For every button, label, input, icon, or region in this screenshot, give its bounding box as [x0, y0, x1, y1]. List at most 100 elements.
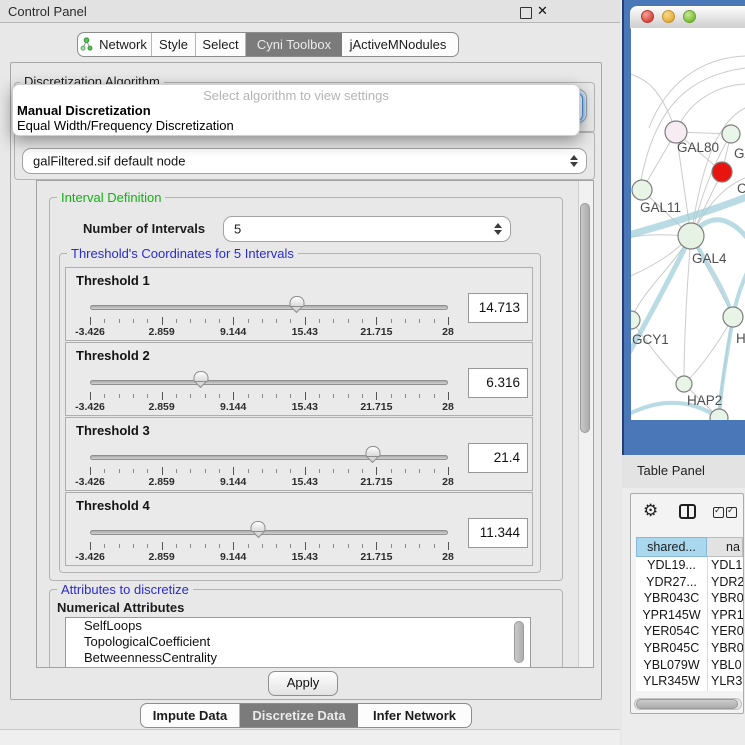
tab-style[interactable]: Style — [152, 33, 196, 56]
attributes-list-scrollbar[interactable] — [514, 621, 524, 663]
table-row[interactable]: YPR145WYPR1 — [636, 607, 743, 624]
float-window-icon[interactable] — [520, 7, 532, 19]
network-window-titlebar[interactable] — [630, 6, 745, 29]
table-cell[interactable]: YBR045C — [636, 640, 707, 657]
table-row[interactable]: YDL19...YDL1 — [636, 557, 743, 574]
threshold-1-value-field[interactable]: 14.713 — [468, 293, 528, 323]
checkbox-icon[interactable] — [726, 507, 737, 518]
split-columns-icon[interactable] — [679, 504, 696, 519]
close-icon[interactable]: ✕ — [537, 3, 548, 19]
threshold-3-slider-thumb[interactable] — [365, 446, 380, 464]
threshold-2-slider-track[interactable] — [90, 380, 448, 385]
table-cell[interactable]: YDR27... — [636, 574, 707, 591]
number-of-intervals-label: Number of Intervals — [83, 221, 205, 236]
threshold-2-value-field[interactable]: 6.316 — [468, 368, 528, 398]
network-node-label: HA — [736, 331, 745, 346]
table-cell[interactable]: YBR0 — [711, 640, 743, 657]
table-cell[interactable]: YPR1 — [711, 607, 743, 624]
table-row[interactable]: YER054CYER0 — [636, 623, 743, 640]
table-row[interactable]: YBL079WYBL0 — [636, 657, 743, 674]
tab-network[interactable]: Network — [78, 33, 152, 56]
table-cell[interactable]: YLR345W — [636, 673, 707, 690]
table-cell[interactable]: YDL19... — [636, 557, 707, 574]
network-node[interactable] — [710, 409, 728, 420]
algorithm-dropdown-popup: Select algorithm to view settings Manual… — [12, 84, 580, 136]
attribute-list-item[interactable]: TopologicalCoefficient — [66, 634, 530, 650]
slider-tick-label: -3.426 — [75, 551, 105, 563]
network-node[interactable] — [676, 376, 692, 392]
table-cell[interactable]: YER054C — [636, 623, 707, 640]
table-row[interactable]: YBR045CYBR0 — [636, 640, 743, 657]
table-column-header-name[interactable]: na — [707, 537, 743, 557]
network-node[interactable] — [631, 311, 640, 329]
table-cell[interactable]: YIL0 — [711, 690, 737, 691]
table-panel-header: Table Panel — [622, 455, 745, 489]
number-of-intervals-spinner[interactable]: 5 — [223, 216, 511, 242]
table-data-combo[interactable]: galFiltered.sif default node — [22, 148, 587, 174]
apply-button[interactable]: Apply — [268, 671, 338, 696]
threshold-1-slider-thumb[interactable] — [289, 296, 304, 314]
network-node[interactable] — [632, 180, 652, 200]
table-cell[interactable]: YBR043C — [636, 590, 707, 607]
algorithm-option-equal-width[interactable]: Equal Width/Frequency Discretization — [17, 118, 234, 133]
network-node[interactable] — [678, 223, 704, 249]
close-traffic-light-icon[interactable] — [641, 10, 654, 23]
attribute-list-item[interactable]: BetweennessCentrality — [66, 650, 530, 666]
tab-cyni-toolbox[interactable]: Cyni Toolbox — [246, 33, 342, 56]
table-cell[interactable]: YBL079W — [636, 657, 707, 674]
spinner-down-icon — [494, 230, 502, 235]
table-hscrollbar-thumb[interactable] — [636, 699, 738, 709]
threshold-3-value-field[interactable]: 21.4 — [468, 443, 528, 473]
table-cell[interactable]: YBR0 — [711, 590, 743, 607]
slider-tick-label: 21.715 — [360, 551, 392, 563]
threshold-4-value-field[interactable]: 11.344 — [468, 518, 528, 548]
table-row[interactable]: YIL052C YIL0 — [636, 690, 743, 691]
threshold-4-slider-track[interactable] — [90, 530, 448, 535]
table-cell[interactable]: YDL1 — [711, 557, 742, 574]
minimize-traffic-light-icon[interactable] — [662, 10, 675, 23]
table-row[interactable]: YLR345WYLR3 — [636, 673, 743, 690]
slider-tick-label: 15.43 — [292, 551, 318, 563]
gear-icon[interactable]: ⚙ — [643, 501, 658, 521]
table-cell[interactable]: YBL0 — [711, 657, 742, 674]
network-node[interactable] — [723, 307, 743, 327]
spinner-up-icon — [494, 223, 502, 228]
slider-tick-label: 15.43 — [292, 401, 318, 413]
tab-discretize-data[interactable]: Discretize Data — [240, 704, 358, 727]
threshold-4-slider-thumb[interactable] — [251, 521, 266, 539]
tab-infer-network[interactable]: Infer Network — [358, 704, 471, 727]
table-rows[interactable]: YDL19...YDL1YDR27...YDR2YBR043CYBR0YPR14… — [636, 557, 743, 691]
checkbox-icon[interactable] — [713, 507, 724, 518]
table-data-combo-stepper[interactable] — [570, 155, 578, 167]
network-node[interactable] — [722, 125, 740, 143]
algorithm-option-manual[interactable]: Manual Discretization — [17, 103, 151, 118]
threshold-2-box: Threshold 2 -3.4262.8599.14415.4321.7152… — [65, 342, 533, 416]
table-cell[interactable]: YER0 — [711, 623, 743, 640]
numerical-attributes-list[interactable]: SelfLoopsTopologicalCoefficientBetweenne… — [65, 617, 531, 668]
table-cell[interactable]: YDR2 — [711, 574, 743, 591]
zoom-traffic-light-icon[interactable] — [683, 10, 696, 23]
slider-tick-label: 2.859 — [148, 326, 174, 338]
tab-select[interactable]: Select — [196, 33, 246, 56]
slider-tick-label: 9.144 — [220, 551, 246, 563]
table-cell[interactable]: YIL052C — [636, 690, 707, 691]
scrollpane-scrollbar-thumb[interactable] — [580, 203, 590, 433]
table-row[interactable]: YBR043CYBR0 — [636, 590, 743, 607]
network-node[interactable] — [712, 162, 732, 182]
threshold-2-slider-thumb[interactable] — [193, 371, 208, 389]
table-cell[interactable]: YPR145W — [636, 607, 707, 624]
table-column-header-shared-name[interactable]: shared... — [636, 537, 707, 557]
table-row[interactable]: YDR27...YDR2 — [636, 574, 743, 591]
number-of-intervals-stepper[interactable] — [494, 223, 502, 235]
threshold-1-slider-track[interactable] — [90, 305, 448, 310]
network-node-label: GA — [734, 146, 745, 161]
attribute-list-item[interactable]: SelfLoops — [66, 618, 530, 634]
table-data-combo-value: galFiltered.sif default node — [33, 154, 185, 169]
tab-impute-data[interactable]: Impute Data — [141, 704, 240, 727]
table-cell[interactable]: YLR3 — [711, 673, 742, 690]
thresholds-group-title: Threshold's Coordinates for 5 Intervals — [67, 246, 298, 261]
threshold-3-slider-track[interactable] — [90, 455, 448, 460]
tab-jactivemnodules[interactable]: jActiveMNodules — [342, 33, 454, 56]
network-canvas[interactable]: GAL80GACDGAL11GAL4GCY1HAHAP2 — [631, 28, 745, 420]
threshold-1-label: Threshold 1 — [76, 273, 150, 288]
